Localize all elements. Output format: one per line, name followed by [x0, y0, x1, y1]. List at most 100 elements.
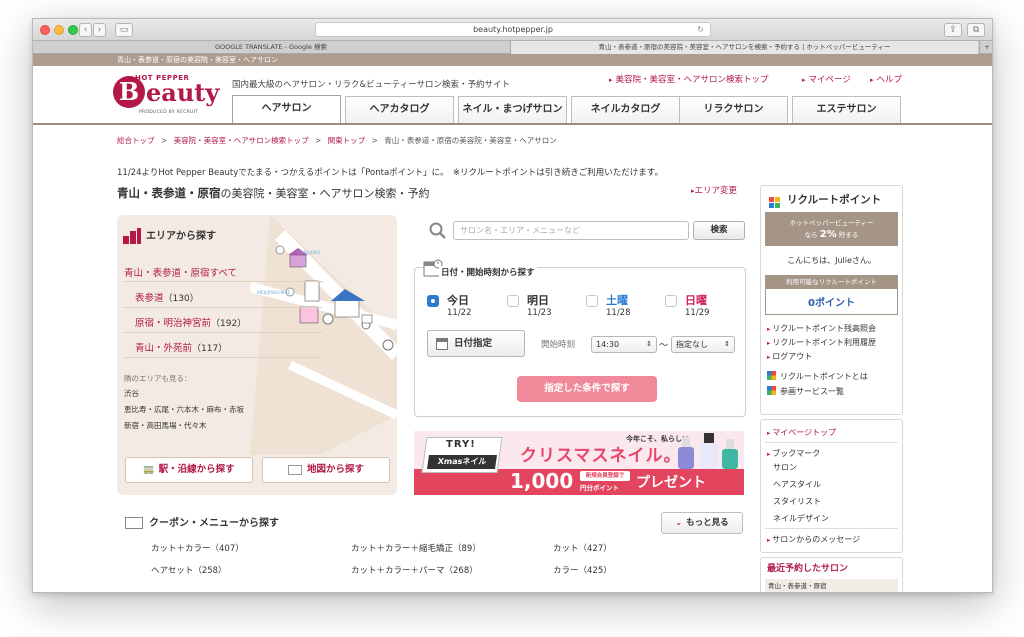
day-option-saturday[interactable]: 土曜 11/28 [586, 292, 631, 318]
nail-polish-icon [678, 433, 738, 469]
calendar-icon [436, 337, 448, 350]
coupon-link[interactable]: カラー（425） [553, 564, 612, 576]
rp-about-link[interactable]: リクルートポイントとは [767, 371, 868, 382]
mypage-top-link[interactable]: ▸ マイページトップ [767, 427, 836, 438]
top-link-mypage[interactable]: ▸ マイページ [802, 73, 851, 85]
breadcrumb-item[interactable]: 総合トップ [117, 136, 155, 145]
arrow-right-icon: ▸ [767, 429, 771, 437]
recent-salons-title: 最近予約したサロン [767, 564, 849, 574]
search-button[interactable]: 検索 [693, 221, 745, 240]
salon-messages-link[interactable]: ▸ サロンからのメッセージ [767, 534, 860, 545]
bookmark-stylist-link[interactable]: スタイリスト [773, 496, 821, 507]
xmas-nail-banner[interactable]: TRY! Xmasネイル クリスマスネイル。 今年こそ、私らしい 1,000 新… [414, 431, 744, 495]
bookmark-salon-link[interactable]: サロン [773, 462, 797, 473]
tab-hair-catalog[interactable]: ヘアカタログ [345, 96, 454, 123]
url-bar[interactable]: beauty.hotpepper.jp ↻ [315, 22, 711, 37]
start-time-select[interactable]: 14:30 ⇕ [591, 336, 657, 353]
nearby-link-shibuya[interactable]: 渋谷 [124, 388, 139, 399]
area-name: 原宿・明治神宮前 [135, 318, 212, 329]
day-name: 今日 [447, 294, 469, 307]
minimize-window-icon[interactable] [54, 25, 64, 35]
recent-salon-area: 青山・表参道・原宿 [765, 579, 898, 592]
area-link-harajuku[interactable]: 原宿・明治神宮前（192） [135, 315, 246, 329]
bookmark-nail-link[interactable]: ネイルデザイン [773, 513, 829, 524]
rp-rate-post: 貯まる [838, 231, 859, 239]
area-link-omotesando[interactable]: 表参道（130） [135, 290, 199, 304]
day-option-tomorrow[interactable]: 明日 11/23 [507, 292, 552, 318]
zoom-window-icon[interactable] [68, 25, 78, 35]
end-time-select[interactable]: 指定なし ⇕ [671, 336, 735, 353]
area-map[interactable] [250, 215, 397, 455]
banner-unit: 円分ポイント [580, 484, 619, 492]
logo-sub-text: PRODUCED BY RECRUIT [139, 110, 199, 115]
top-link-help[interactable]: ▸ ヘルプ [870, 73, 902, 85]
bookmark-hairstyle-link[interactable]: ヘアスタイル [773, 479, 821, 490]
coupon-link[interactable]: カット（427） [553, 542, 612, 554]
browser-tab-1[interactable]: GOOGLE TRANSLATE - Google 検索 [33, 41, 509, 54]
breadcrumb-item[interactable]: 関東トップ [328, 136, 366, 145]
day-option-today[interactable]: 今日 11/22 [427, 292, 472, 318]
site-tagline: 国内最大級のヘアサロン・リラク&ビューティーサロン検索・予約サイト [232, 80, 510, 90]
bookmark-link[interactable]: ▸ ブックマーク [767, 448, 820, 459]
nearby-link-shinjuku[interactable]: 新宿・高田馬場・代々木 [124, 420, 207, 431]
recruit-logo-icon [767, 371, 776, 380]
browser-tab-2[interactable]: 青山・表参道・原宿の美容院・美容室・ヘアサロンを検索・予約する | ホットペッパ… [510, 41, 978, 54]
tabs-overview-icon[interactable]: ⧉ [967, 23, 985, 37]
area-link-aoyama[interactable]: 青山・外苑前（117） [135, 340, 227, 354]
tilde-separator: ～ [659, 341, 669, 351]
close-window-icon[interactable] [40, 25, 50, 35]
sidebar-link-label: 参画サービス一覧 [780, 387, 844, 396]
coupon-link[interactable]: カット＋カラー＋縮毛矯正（89） [351, 542, 481, 554]
more-coupons-button[interactable]: ⌄ もっと見る [661, 512, 743, 534]
partner-services-link[interactable]: 参画サービス一覧 [767, 386, 844, 397]
recruit-logo-icon [769, 194, 781, 213]
search-by-condition-button[interactable]: 指定した条件で探す [517, 376, 657, 402]
coupon-link[interactable]: カット＋カラー（407） [151, 542, 244, 554]
divider [765, 528, 898, 529]
magnifier-icon [429, 222, 447, 244]
tab-esthe-salon[interactable]: エステサロン [792, 96, 901, 123]
map-search-button[interactable]: 地図から探す [262, 457, 390, 483]
arrow-right-icon: ▸ [767, 353, 771, 361]
arrow-right-icon: ▸ [767, 339, 771, 347]
site-logo[interactable]: HOT PEPPER B eauty PRODUCED BY RECRUIT [113, 72, 225, 120]
top-link-search-top[interactable]: ▸ 美容院・美容室・ヘアサロン検索トップ [609, 73, 769, 85]
area-name: 青山・外苑前 [135, 343, 193, 354]
sidebar-link-label: サロンからのメッセージ [772, 535, 861, 544]
salon-search-input[interactable]: サロン名・エリア・メニューなど [453, 221, 689, 240]
tab-hair-salon[interactable]: ヘアサロン [232, 95, 341, 124]
area-all-link[interactable]: 青山・表参道・原宿すべて [124, 265, 237, 279]
coupon-link[interactable]: カット＋カラー＋パーマ（268） [351, 564, 478, 576]
station-search-button[interactable]: 🚃 駅・沿線から探す [125, 457, 253, 483]
banner-amount: 1,000 [510, 469, 574, 493]
coupon-link[interactable]: ヘアセット（258） [151, 564, 227, 576]
radio-selected-icon [427, 295, 439, 307]
tab-nail-eyelash[interactable]: ネイル・まつげサロン [458, 96, 567, 123]
rp-history-link[interactable]: ▸ リクルートポイント利用履歴 [767, 337, 876, 348]
breadcrumb-current: 青山・表参道・原宿の美容院・美容室・ヘアサロン [384, 136, 557, 145]
day-name: 日曜 [685, 294, 707, 307]
nearby-link-ebisu[interactable]: 恵比寿・広尾・六本木・麻布・赤坂 [124, 404, 244, 415]
sidebar-link-label: リクルートポイント残高照会 [772, 324, 877, 333]
sidebar-toggle-icon[interactable]: ▭ [115, 23, 133, 37]
tab-nail-catalog[interactable]: ネイルカタログ [571, 96, 680, 123]
day-option-sunday[interactable]: 日曜 11/29 [665, 292, 710, 318]
share-icon[interactable]: ⇪ [944, 23, 962, 37]
logo-b-mark: B [113, 76, 145, 108]
area-panel: HARAJUKU MEIJIJINGUMAE エリアから探す 青山・表参道・原宿… [117, 215, 397, 495]
banner-xmas: Xmasネイル [427, 455, 497, 469]
breadcrumb-item[interactable]: 美容院・美容室・ヘアサロン検索トップ [174, 136, 309, 145]
page-title-area: 青山・表参道・原宿 [117, 186, 221, 200]
forward-icon[interactable]: › [93, 23, 106, 37]
area-change-link[interactable]: ▸エリア変更 [691, 184, 737, 196]
logout-link[interactable]: ▸ ログアウト [767, 351, 812, 362]
date-select-button[interactable]: 日付指定 [427, 330, 525, 357]
new-tab-icon[interactable]: + [979, 41, 992, 54]
rp-balance-link[interactable]: ▸ リクルートポイント残高照会 [767, 323, 876, 334]
reload-icon[interactable]: ↻ [697, 23, 704, 36]
back-icon[interactable]: ‹ [79, 23, 92, 37]
available-label: 利用可能なリクルートポイント [766, 276, 897, 289]
tab-relax-salon[interactable]: リラクサロン [679, 96, 788, 123]
area-count: （192） [211, 319, 247, 329]
area-heading-label: エリアから探す [146, 231, 216, 242]
